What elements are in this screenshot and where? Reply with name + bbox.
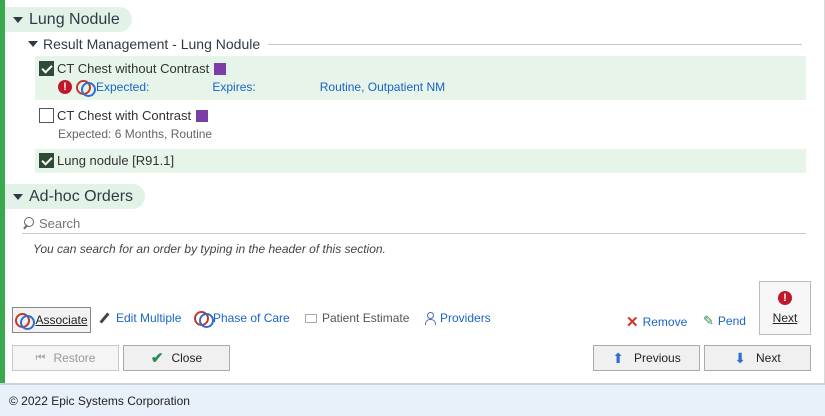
edit-multiple-button[interactable]: Edit Multiple [99, 311, 181, 325]
collapse-triangle-icon[interactable] [28, 41, 38, 47]
order-checkbox[interactable] [39, 108, 54, 123]
subsection-title: Result Management - Lung Nodule [43, 36, 261, 52]
order-panel: Lung Nodule Result Management - Lung Nod… [0, 0, 825, 384]
remove-x-icon: ✕ [626, 314, 639, 331]
associate-icon [15, 313, 36, 330]
estimate-icon [305, 313, 317, 323]
expires-link[interactable]: Expires: [212, 80, 255, 94]
search-icon [22, 217, 35, 230]
associate-label: Associate [35, 313, 88, 327]
order-marker-icon [214, 62, 227, 75]
close-button[interactable]: ✔ Close [123, 345, 230, 371]
remove-label: Remove [642, 315, 688, 329]
pencil-icon [99, 312, 111, 324]
diagnosis-label: Lung nodule [R91.1] [57, 153, 175, 168]
checkmark-icon: ✔ [150, 350, 164, 367]
order-marker-icon [196, 109, 209, 122]
order-label: CT Chest without Contrast [57, 61, 210, 76]
section-title: Lung Nodule [29, 10, 120, 28]
diagnosis-checkbox[interactable] [39, 153, 54, 168]
pend-icon: ✎ [703, 313, 714, 328]
search-hint: You can search for an order by typing in… [33, 242, 386, 256]
phase-of-care-button[interactable]: Phase of Care [194, 311, 290, 328]
next-button-label: Next [756, 351, 781, 365]
error-icon: ! [778, 291, 792, 305]
pend-button[interactable]: ✎ Pend [703, 313, 746, 329]
copyright-text: © 2022 Epic Systems Corporation [9, 393, 190, 408]
next-label: Next [772, 311, 798, 325]
error-icon[interactable]: ! [58, 80, 72, 94]
order-row-ct-with-contrast[interactable]: CT Chest with Contrast Expected: 6 Month… [35, 103, 806, 147]
pend-label: Pend [717, 314, 746, 328]
order-row-ct-without-contrast[interactable]: CT Chest without Contrast ! Expected: Ex… [35, 56, 806, 100]
phase-of-care-icon[interactable] [76, 80, 96, 97]
patient-estimate-label: Patient Estimate [322, 311, 410, 325]
restore-label: Restore [53, 351, 96, 365]
next-error-button[interactable]: ! Next [759, 281, 811, 335]
order-search-input[interactable] [39, 216, 739, 231]
diagnosis-row-lung-nodule[interactable]: Lung nodule [R91.1] [35, 149, 806, 173]
order-search-bar[interactable] [22, 214, 806, 234]
order-label: CT Chest with Contrast [57, 108, 192, 123]
section-header-lung-nodule[interactable]: Lung Nodule [5, 7, 132, 32]
collapse-triangle-icon[interactable] [13, 16, 23, 23]
restore-icon: ⏮ [35, 351, 46, 364]
arrow-up-icon: ⬆ [612, 349, 625, 366]
footer: © 2022 Epic Systems Corporation [0, 385, 825, 416]
person-icon [425, 311, 436, 325]
phase-of-care-label: Phase of Care [213, 311, 290, 325]
close-label: Close [171, 351, 203, 365]
providers-button[interactable]: Providers [425, 311, 491, 325]
section-title: Ad-hoc Orders [29, 187, 134, 205]
order-details-link[interactable]: Routine, Outpatient NM [320, 80, 445, 94]
expected-text: Expected: 6 Months, Routine [58, 127, 213, 141]
divider [268, 43, 802, 45]
arrow-down-icon: ⬇ [734, 349, 747, 366]
previous-button[interactable]: ⬆ Previous [593, 345, 700, 371]
providers-label: Providers [440, 311, 491, 325]
associate-button[interactable]: Associate [12, 307, 91, 333]
edit-multiple-label: Edit Multiple [116, 311, 182, 325]
restore-button[interactable]: ⏮ Restore [12, 345, 119, 371]
order-checkbox[interactable] [39, 61, 54, 76]
phase-of-care-icon [194, 311, 214, 328]
patient-estimate-button[interactable]: Patient Estimate [305, 311, 409, 325]
collapse-triangle-icon[interactable] [13, 193, 23, 200]
subsection-header-result-management[interactable]: Result Management - Lung Nodule [28, 36, 802, 52]
remove-button[interactable]: ✕ Remove [626, 313, 687, 331]
previous-label: Previous [634, 351, 681, 365]
section-header-adhoc-orders[interactable]: Ad-hoc Orders [5, 184, 146, 209]
next-button[interactable]: ⬇ Next [704, 345, 811, 371]
expected-link[interactable]: Expected: [96, 80, 149, 94]
